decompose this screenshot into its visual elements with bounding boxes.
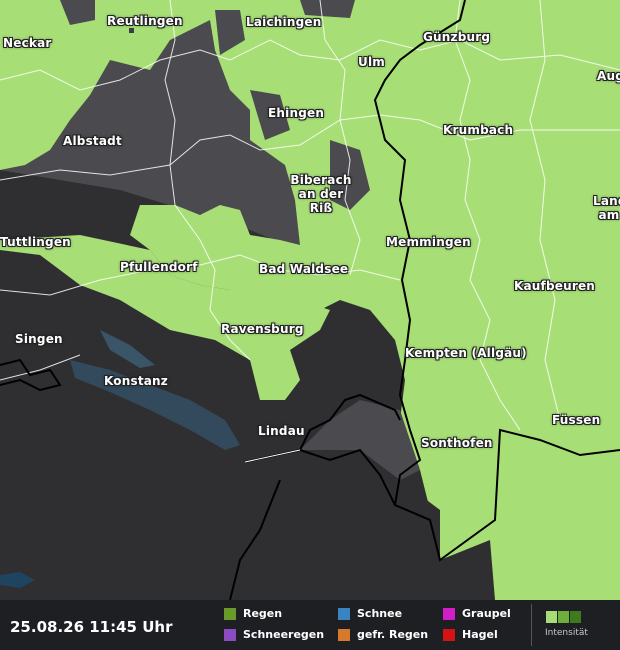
city-label-ehingen[interactable]: Ehingen (268, 106, 324, 120)
city-label-krumbach[interactable]: Krumbach (443, 123, 513, 137)
radar-layer (0, 0, 620, 600)
legend-label: Schnee (357, 607, 403, 620)
intensity-scale (546, 611, 581, 623)
city-label-kempten[interactable]: Kempten (Allgäu) (405, 346, 527, 360)
legend-item-schnee: Schnee (338, 607, 402, 620)
weather-radar-map[interactable]: Reutlingen Laichingen Günzburg Neckar Ul… (0, 0, 620, 600)
legend-item-schneeregen: Schneeregen (224, 628, 324, 641)
city-label-kaufbeuren[interactable]: Kaufbeuren (514, 279, 595, 293)
city-label-badwaldsee[interactable]: Bad Waldsee (259, 262, 348, 276)
intensity-swatch-high (570, 611, 581, 623)
city-label-pfullendorf[interactable]: Pfullendorf (120, 260, 198, 274)
city-label-biberach[interactable]: Biberach an der Riß (286, 173, 356, 215)
legend-item-regen: Regen (224, 607, 282, 620)
city-label-sonthofen[interactable]: Sonthofen (421, 436, 493, 450)
regen-swatch (224, 607, 236, 620)
radar-timestamp: 25.08.26 11:45 Uhr (10, 618, 173, 636)
legend-label: Graupel (462, 607, 511, 620)
city-label-landsberg[interactable]: Land am (593, 194, 620, 222)
legend-divider (531, 604, 532, 646)
city-label-fuessen[interactable]: Füssen (552, 413, 600, 427)
city-marker (129, 28, 134, 33)
gefr-regen-swatch (338, 628, 350, 641)
city-label-neckar[interactable]: Neckar (3, 36, 52, 50)
legend-item-hagel: Hagel (443, 628, 498, 641)
legend-item-graupel: Graupel (443, 607, 511, 620)
legend-label: gefr. Regen (357, 628, 429, 641)
city-label-laichingen[interactable]: Laichingen (246, 15, 321, 29)
legend-label: Hagel (462, 628, 498, 641)
intensity-swatch-mid (558, 611, 569, 623)
city-label-albstadt[interactable]: Albstadt (63, 134, 122, 148)
city-label-augsburg[interactable]: Aug (597, 69, 620, 83)
legend-bar: 25.08.26 11:45 Uhr Regen Schnee Graupel … (0, 600, 620, 650)
city-label-guenzburg[interactable]: Günzburg (423, 30, 490, 44)
city-label-reutlingen[interactable]: Reutlingen (107, 14, 183, 28)
schneeregen-swatch (224, 628, 236, 641)
schnee-swatch (338, 607, 350, 620)
intensity-label: Intensität (545, 628, 588, 638)
city-label-singen[interactable]: Singen (15, 332, 63, 346)
legend-item-gefr-regen: gefr. Regen (338, 628, 428, 641)
city-label-ravensburg[interactable]: Ravensburg (221, 322, 304, 336)
city-label-memmingen[interactable]: Memmingen (386, 235, 471, 249)
legend-label: Schneeregen (243, 628, 325, 641)
city-label-tuttlingen[interactable]: Tuttlingen (0, 235, 71, 249)
city-label-konstanz[interactable]: Konstanz (104, 374, 168, 388)
city-label-lindau[interactable]: Lindau (258, 424, 305, 438)
legend-label: Regen (243, 607, 283, 620)
graupel-swatch (443, 607, 455, 620)
hagel-swatch (443, 628, 455, 641)
city-label-ulm[interactable]: Ulm (358, 55, 385, 69)
intensity-swatch-low (546, 611, 557, 623)
